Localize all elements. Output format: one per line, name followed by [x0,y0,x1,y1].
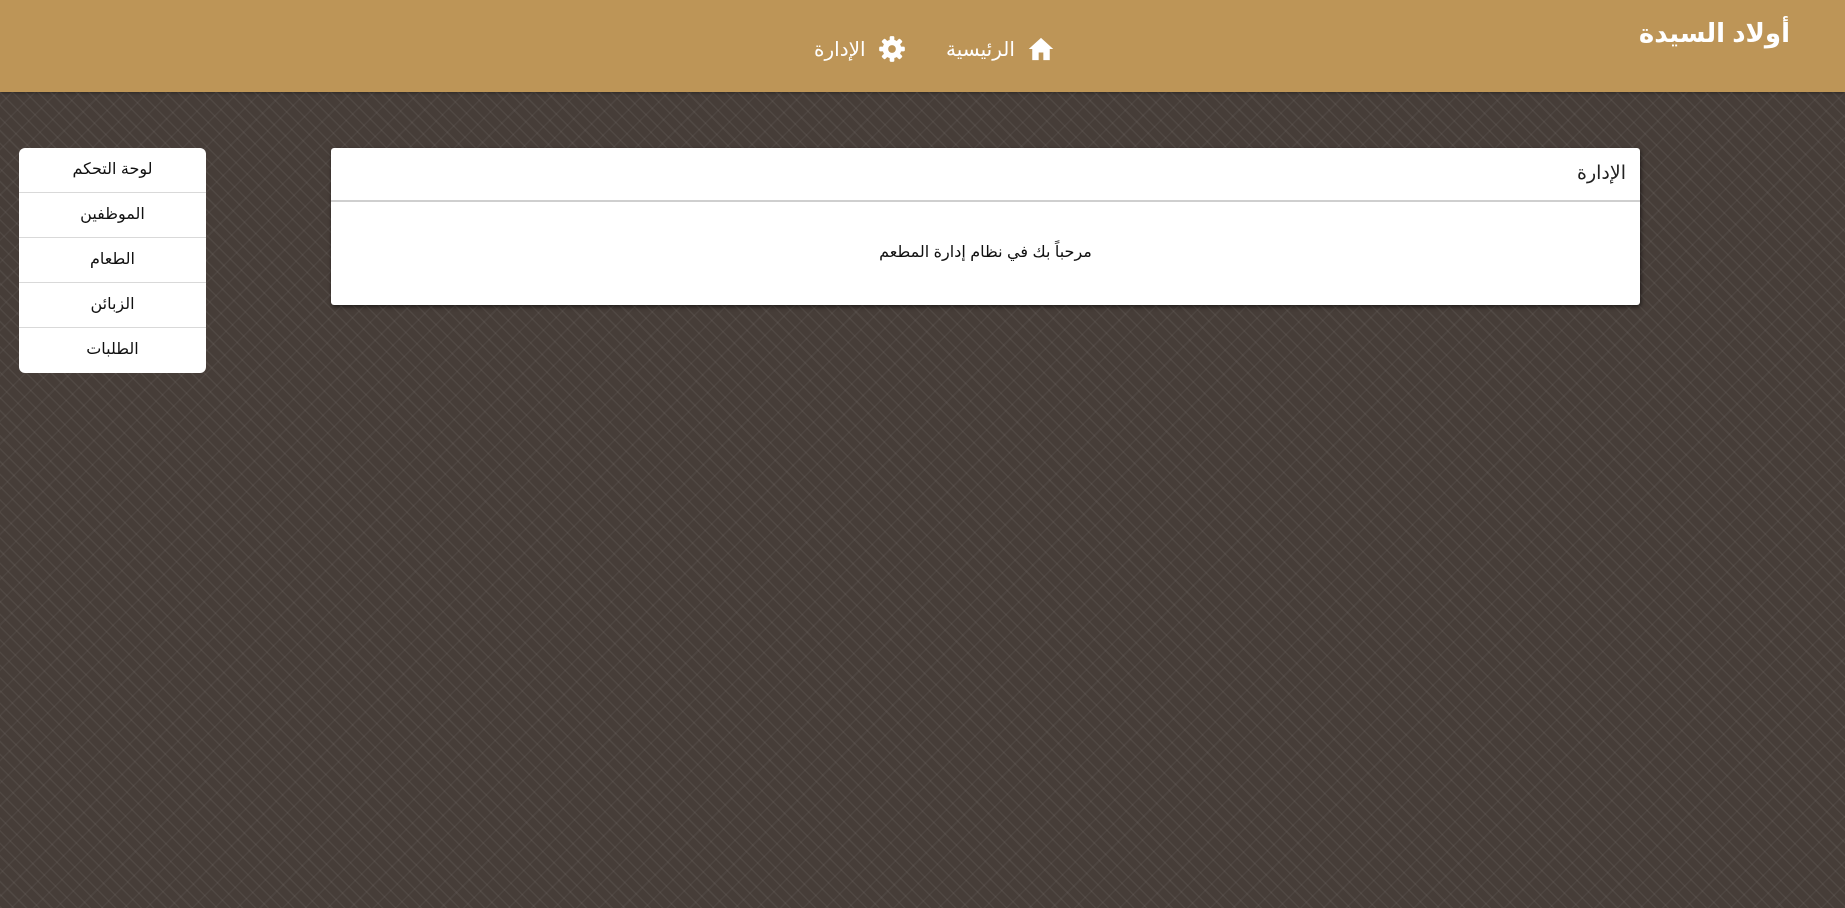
nav-admin-link[interactable]: الإدارة [814,34,906,64]
gear-icon [878,35,906,63]
panel-title: الإدارة [331,148,1640,202]
sidebar-item-customers[interactable]: الزبائن [19,283,206,328]
sidebar-item-dashboard[interactable]: لوحة التحكم [19,148,206,193]
top-navbar: أولاد السيدة الرئيسية الإدارة [0,0,1845,92]
brand-title[interactable]: أولاد السيدة [1639,18,1790,49]
admin-panel: الإدارة مرحباً بك في نظام إدارة المطعم [331,148,1640,305]
home-icon [1027,35,1055,63]
welcome-message: مرحباً بك في نظام إدارة المطعم [879,244,1092,261]
sidebar-menu: لوحة التحكم الموظفين الطعام الزبائن الطل… [19,148,206,373]
nav-admin-label: الإدارة [814,38,866,61]
sidebar-item-food[interactable]: الطعام [19,238,206,283]
nav-home-link[interactable]: الرئيسية [946,34,1055,64]
nav-home-label: الرئيسية [946,38,1015,61]
sidebar-item-orders[interactable]: الطلبات [19,328,206,373]
sidebar-item-employees[interactable]: الموظفين [19,193,206,238]
